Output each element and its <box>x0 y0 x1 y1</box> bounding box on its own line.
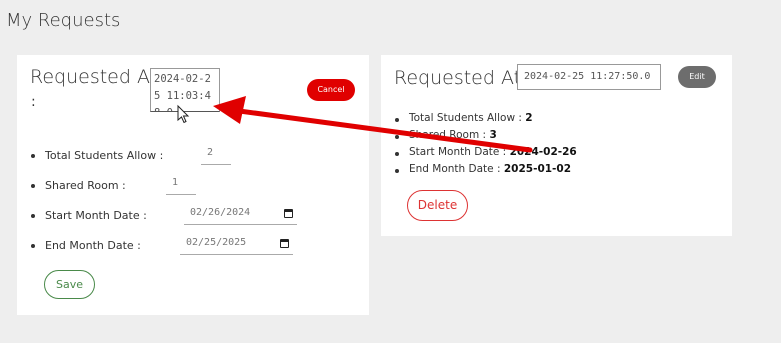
shared-room-input[interactable]: 1 <box>166 171 196 195</box>
request-card-editing: Requested At : 2024-02-25 11:03:48.0 Can… <box>17 55 369 315</box>
start-month-date-value: 02/26/2024 <box>190 207 251 218</box>
requested-at-colon: : <box>31 94 36 110</box>
requested-at-heading: Requested At : <box>394 67 534 89</box>
detail-label: Start Month Date : <box>409 146 507 158</box>
detail-label: End Month Date : <box>409 163 501 175</box>
calendar-icon[interactable] <box>284 209 293 218</box>
list-item: Total Students Allow : 2 <box>395 112 577 129</box>
detail-value: 2024-02-26 <box>509 146 577 158</box>
request-card-view: Requested At : 2024-02-25 11:27:50.0 Edi… <box>381 55 732 236</box>
end-month-date-input[interactable]: 02/25/2025 <box>180 231 293 255</box>
shared-room-label: Shared Room : <box>45 179 126 192</box>
list-item: Start Month Date : 2024-02-26 <box>395 146 577 163</box>
total-students-input[interactable]: 2 <box>201 141 231 165</box>
save-button[interactable]: Save <box>44 270 95 299</box>
end-month-date-label: End Month Date : <box>45 239 141 252</box>
detail-value: 2 <box>525 112 533 124</box>
end-month-date-value: 02/25/2025 <box>186 237 247 248</box>
requested-at-input[interactable]: 2024-02-25 11:27:50.0 <box>517 64 661 90</box>
detail-label: Total Students Allow : <box>409 112 522 124</box>
request-details-list: Total Students Allow : 2 Shared Room : 3… <box>395 112 577 180</box>
start-month-date-input[interactable]: 02/26/2024 <box>184 201 297 225</box>
requested-at-input[interactable]: 2024-02-25 11:03:48.0 <box>150 68 220 112</box>
list-item: Shared Room : 3 <box>395 129 577 146</box>
detail-label: Shared Room : <box>409 129 487 141</box>
delete-button[interactable]: Delete <box>407 190 468 221</box>
detail-value: 2025-01-02 <box>503 163 572 175</box>
calendar-icon[interactable] <box>280 239 289 248</box>
detail-value: 3 <box>489 129 497 141</box>
edit-button[interactable]: Edit <box>678 66 716 88</box>
page-title: My Requests <box>6 10 121 31</box>
requested-at-heading: Requested At <box>30 66 158 88</box>
list-item: End Month Date : 2025-01-02 <box>395 163 577 180</box>
total-students-label: Total Students Allow : <box>45 149 164 162</box>
start-month-date-label: Start Month Date : <box>45 209 147 222</box>
cancel-button[interactable]: Cancel <box>307 79 355 101</box>
